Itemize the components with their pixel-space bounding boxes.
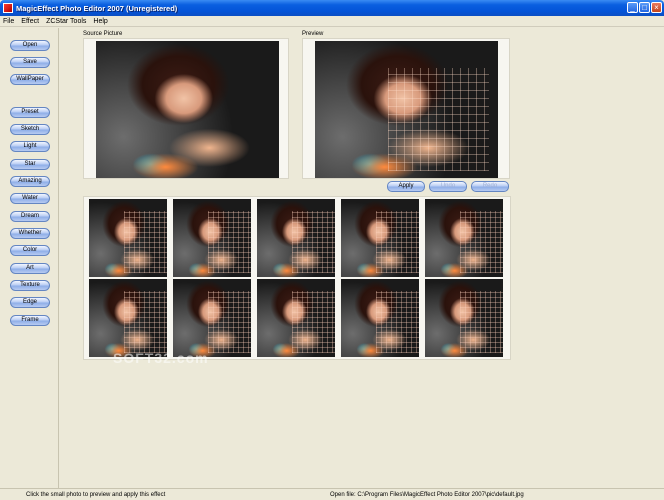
source-picture-label: Source Picture [83,31,123,37]
effect-color-button[interactable]: Color [10,245,50,256]
effect-water-button[interactable]: Water [10,193,50,204]
preview-frame [302,38,510,179]
effect-sketch-button[interactable]: Sketch [10,124,50,135]
maximize-icon[interactable]: □ [639,2,650,13]
minimize-icon[interactable]: _ [627,2,638,13]
save-button[interactable]: Save [10,57,50,68]
effect-thumbnail[interactable] [257,199,335,277]
status-hint: Click the small photo to preview and app… [26,491,166,498]
close-icon[interactable]: × [651,2,662,13]
main-area: Source Picture Preview Apply Undo Redo S… [61,28,664,488]
menu-effect[interactable]: Effect [21,18,39,25]
status-file-path: Open file: C:\Program Files\MagicEffect … [330,491,524,498]
effect-star-button[interactable]: Star [10,159,50,170]
effect-thumbnail[interactable] [173,279,251,357]
effect-thumbnail[interactable] [425,279,503,357]
apply-button[interactable]: Apply [387,181,425,192]
effect-edge-button[interactable]: Edge [10,297,50,308]
effect-art-button[interactable]: Art [10,263,50,274]
source-picture [96,41,279,178]
effect-whether-button[interactable]: Whether [10,228,50,239]
preview-label: Preview [302,31,324,37]
menu-zcstar-tools[interactable]: ZCStar Tools [46,18,86,25]
window-controls: _ □ × [627,2,662,13]
preview-picture [315,41,498,178]
menu-file[interactable]: File [3,18,14,25]
app-icon [3,3,13,13]
watermark: SOFT32.com [113,350,209,366]
effect-thumbnail[interactable] [89,279,167,357]
effect-thumbnail[interactable] [257,279,335,357]
effect-thumbnail[interactable] [341,279,419,357]
effect-amazing-button[interactable]: Amazing [10,176,50,187]
effect-dream-button[interactable]: Dream [10,211,50,222]
menu-bar: File Effect ZCStar Tools Help [0,16,664,27]
effect-thumbnail[interactable] [341,199,419,277]
status-bar: Click the small photo to preview and app… [0,488,664,500]
window-title: MagicEffect Photo Editor 2007 (Unregiste… [16,3,178,13]
effect-preset-button[interactable]: Preset [10,107,50,118]
effect-thumbnails [83,196,511,360]
menu-help[interactable]: Help [93,18,107,25]
open-button[interactable]: Open [10,40,50,51]
undo-button[interactable]: Undo [429,181,467,192]
redo-button[interactable]: Redo [471,181,509,192]
effect-frame-button[interactable]: Frame [10,315,50,326]
effect-thumbnail[interactable] [425,199,503,277]
source-picture-frame [83,38,289,179]
effect-texture-button[interactable]: Texture [10,280,50,291]
left-toolbar: Open Save WallPaper Preset Sketch Light … [1,28,59,488]
title-bar[interactable]: MagicEffect Photo Editor 2007 (Unregiste… [0,0,664,16]
wallpaper-button[interactable]: WallPaper [10,74,50,85]
effect-thumbnail[interactable] [89,199,167,277]
effect-thumbnail[interactable] [173,199,251,277]
effect-light-button[interactable]: Light [10,141,50,152]
